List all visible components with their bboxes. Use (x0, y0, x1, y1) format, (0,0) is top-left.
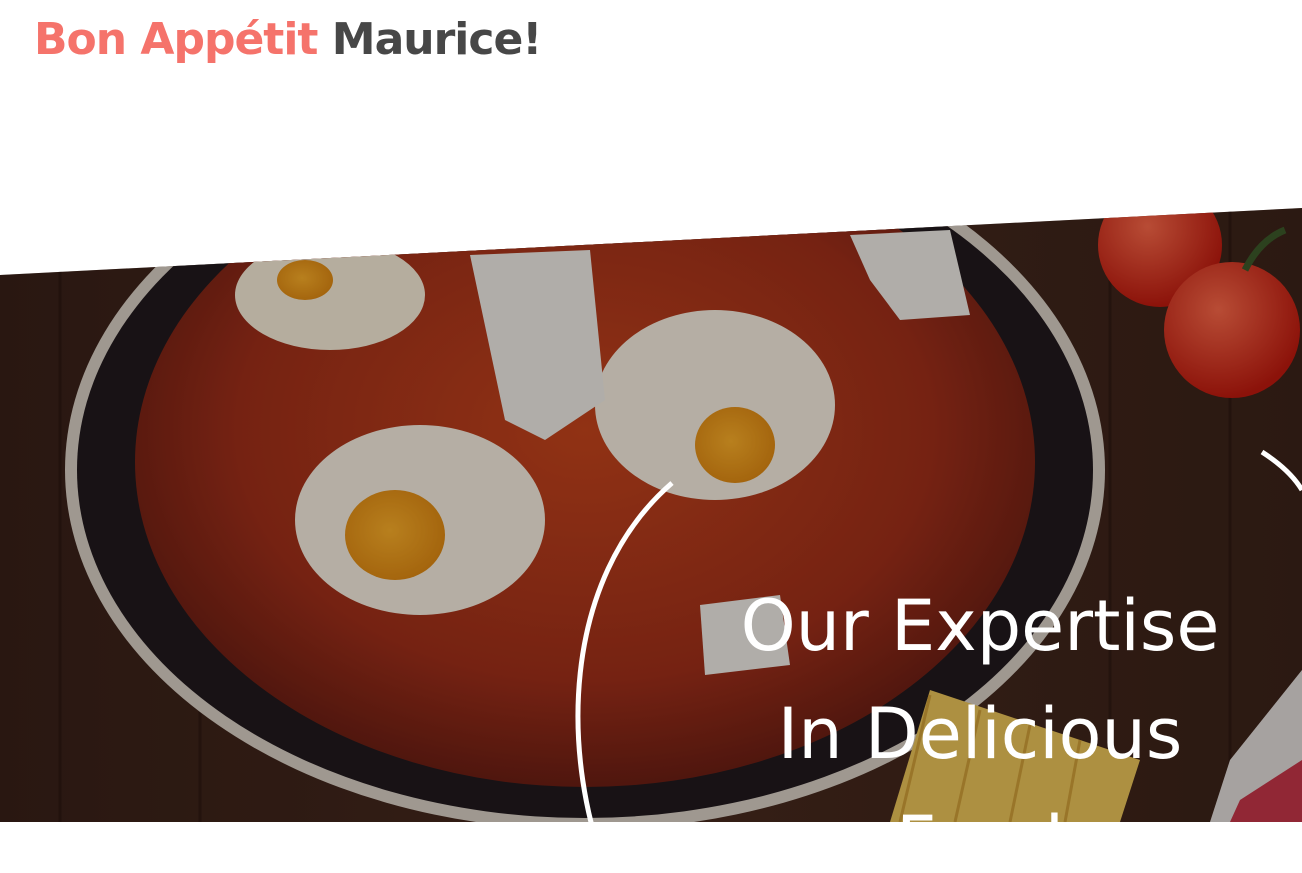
hero-banner: Our Expertise In Delicious Food (0, 208, 1302, 822)
site-logo[interactable]: Bon Appétit Maurice! (34, 14, 543, 65)
logo-text-secondary: Maurice! (331, 14, 543, 65)
hero-heading-line-1: Our Expertise (740, 585, 1220, 667)
logo-text-primary: Bon Appétit (34, 14, 318, 65)
hero-heading-line-3: Food (660, 788, 1300, 822)
page-bottom-band (0, 822, 1302, 873)
hero-heading: Our Expertise In Delicious Food (660, 572, 1300, 822)
hero-heading-line-2: In Delicious (777, 693, 1183, 775)
